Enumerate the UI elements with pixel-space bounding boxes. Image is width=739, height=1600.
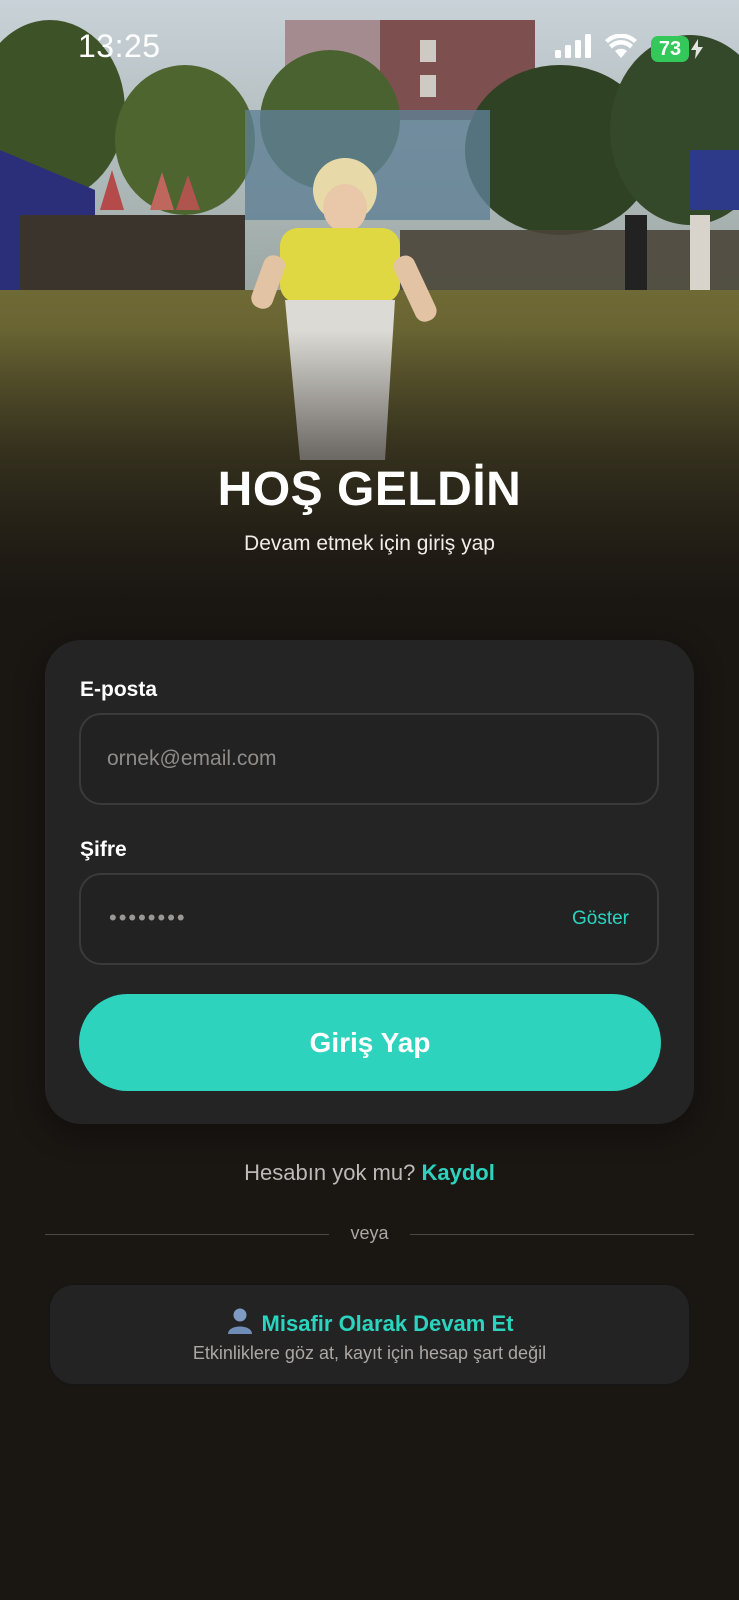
password-label: Şifre [80,838,127,861]
email-field[interactable] [107,715,527,803]
show-password-button[interactable]: Göster [572,908,629,930]
signup-question: Hesabın yok mu? [244,1160,416,1185]
signup-link[interactable]: Kaydol [421,1160,494,1185]
divider-text: veya [350,1223,389,1243]
guest-subtitle: Etkinliklere göz at, kayıt için hesap şa… [192,1343,547,1363]
cellular-signal-icon [555,34,591,63]
charging-bolt-icon [691,38,703,59]
login-card: E-posta Şifre •••••••• Göster Giriş Yap [45,640,694,1124]
battery-level: 73 [658,37,682,60]
guest-continue-button[interactable]: Misafir Olarak Devam Et Etkinliklere göz… [48,1283,691,1386]
wifi-icon [605,33,637,63]
password-field[interactable]: •••••••• Göster [79,873,659,965]
email-field-box[interactable] [79,713,659,805]
signup-prompt: Hesabın yok mu? Kaydol [0,1160,739,1186]
guest-title: Misafir Olarak Devam Et [261,1311,514,1336]
page-subtitle: Devam etmek için giriş yap [244,532,495,555]
email-label: E-posta [80,678,158,701]
person-icon [226,1307,254,1341]
battery-icon: 73 [651,35,703,62]
guest-title-row: Misafir Olarak Devam Et [50,1307,689,1341]
status-icons: 73 [555,33,703,63]
password-masked-value: •••••••• [109,905,187,930]
page-title: HOŞ GELDİN [217,463,522,516]
status-bar: 13:25 73 [0,0,739,100]
status-time: 13:25 [78,28,161,64]
login-screen: 13:25 73 HOŞ GELDİN Devam etmek için gir… [0,0,739,1600]
login-button[interactable]: Giriş Yap [79,994,661,1091]
